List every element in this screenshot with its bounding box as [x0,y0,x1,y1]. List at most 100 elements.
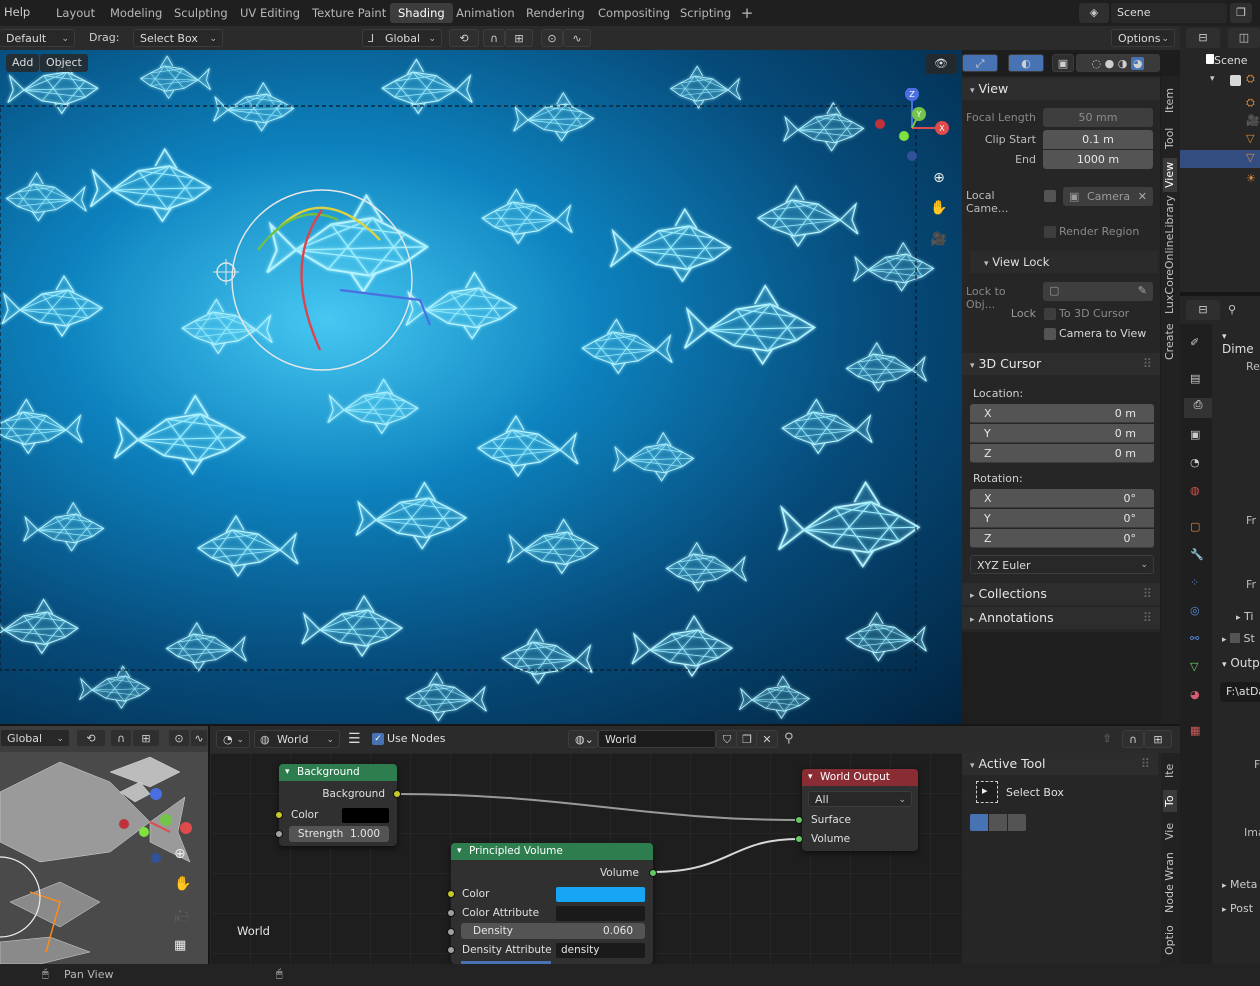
volume-output-socket[interactable] [649,869,657,877]
tab-tool[interactable]: Tool [1163,124,1177,152]
tool-tab-icon[interactable]: ✐ [1190,336,1199,349]
post-processing-header[interactable]: ▸ Post [1222,902,1253,915]
scene-tab-icon[interactable]: ◔ [1190,456,1200,469]
tab-item[interactable]: Ite [1163,758,1177,784]
tab-uv-editing[interactable]: UV Editing [232,3,308,23]
panel-header-3d-cursor[interactable]: ▾ 3D Cursor ⠿ [962,353,1160,375]
gizmo-toggle-icon[interactable]: ⤢ [962,54,998,72]
camera-view-icon[interactable]: 🎥 [174,908,190,923]
pivot-point-icon[interactable]: ⟲ [76,729,106,747]
principled-volume-node-header[interactable]: Principled Volume [451,843,653,860]
clip-end-field[interactable]: 1000 m [1043,150,1153,169]
eyedropper-icon[interactable]: ✎ [1138,284,1147,297]
stereoscopy-header[interactable]: ▸ St [1222,632,1255,645]
pin-icon[interactable]: ⚲ [1228,300,1260,320]
mini-3d-viewport[interactable]: Global ⌄ ⟲ ∩ ⊞ ⊙ ∿ ⊕ ✋ 🎥 ▦ [0,726,208,964]
camera-view-icon[interactable]: 🎥 [929,232,949,252]
add-workspace-button[interactable]: + [738,4,756,22]
tab-compositing[interactable]: Compositing [590,3,678,23]
xray-toggle-icon[interactable]: ▣ [1052,54,1074,72]
shader-type-dropdown[interactable]: ◍ World ⌄ [254,730,340,748]
selection-mode-extend-icon[interactable] [989,814,1007,831]
scene-selector-icon[interactable]: ◈ [1079,3,1109,23]
data-tab-icon[interactable]: ▽ [1190,660,1198,673]
stereoscopy-checkbox[interactable] [1230,633,1241,643]
volume-color-swatch[interactable] [556,887,645,902]
tab-modeling[interactable]: Modeling [102,3,170,23]
panel-header-collections[interactable]: ▸ Collections ⠿ [962,583,1160,605]
editor-type-icon[interactable]: ⊟ [1186,28,1220,48]
color-swatch[interactable] [342,808,389,823]
color-attribute-field[interactable] [556,906,645,921]
background-node-header[interactable]: Background [279,764,397,781]
world-name-field[interactable]: World [598,730,716,748]
visibility-eye-icon[interactable]: 👁 [925,54,957,74]
view-layer-tab-icon[interactable]: ▣ [1190,428,1200,441]
tab-texture-paint[interactable]: Texture Paint [304,3,394,23]
overlay-toggle-icon[interactable]: ◐ [1008,54,1044,72]
options-dropdown[interactable]: Options ⌄ [1111,29,1175,47]
grid-icon[interactable]: ▦ [174,938,186,953]
snap-magnet-icon[interactable]: ∩ [110,729,132,747]
rotation-y-field[interactable]: Y 0° [970,509,1154,528]
location-z-field[interactable]: Z 0 m [970,444,1154,463]
physics-tab-icon[interactable]: ◎ [1190,604,1200,617]
drag-handle-icon[interactable]: ⠿ [1143,353,1152,375]
density-attribute-socket[interactable] [447,946,455,954]
output-tab-icon[interactable]: ⎙ [1184,398,1212,418]
modifier-wrench-icon[interactable]: 🔧 [1190,548,1204,561]
snap-target-icon[interactable]: ⊞ [505,29,533,47]
outliner-scene-label[interactable]: Scene [1214,54,1248,67]
falloff-curve-icon[interactable]: ∿ [563,29,591,47]
tab-create[interactable]: Create [1163,322,1177,362]
parent-node-tree-icon[interactable]: ⇧ [1096,730,1118,748]
tab-item[interactable]: Item [1163,84,1177,116]
camera-to-view-checkbox[interactable] [1044,328,1056,340]
panel-header-active-tool[interactable]: ▾ Active Tool ⠿ [962,753,1158,775]
selection-mode-subtract-icon[interactable] [1008,814,1026,831]
checkbox-icon[interactable] [1230,75,1241,86]
render-tab-icon[interactable]: ▤ [1190,372,1200,385]
mini-transform-dropdown[interactable]: Global ⌄ [0,729,70,747]
selection-mode-new-icon[interactable] [970,814,988,831]
constraints-tab-icon[interactable]: ⚯ [1190,632,1199,645]
tab-rendering[interactable]: Rendering [518,3,593,23]
properties-editor-icon[interactable]: ⊟ [1186,300,1220,320]
zoom-icon[interactable]: ⊕ [929,170,949,190]
tab-view[interactable]: Vie [1163,818,1177,844]
proportional-edit-icon[interactable]: ⊙ [168,729,190,747]
principled-volume-node[interactable]: Principled Volume Volume Color Color Att… [451,843,653,964]
volume-input-socket[interactable] [795,835,803,843]
shading-modes[interactable]: ◌ ● ◑ ◕ [1076,54,1160,72]
metadata-header[interactable]: ▸ Meta [1222,878,1257,891]
texture-tab-icon[interactable]: ▦ [1190,724,1200,737]
focal-length-field[interactable]: 50 mm [1043,108,1153,127]
use-nodes-checkbox[interactable]: ✓ [372,733,384,745]
material-tab-icon[interactable]: ◕ [1190,688,1200,701]
rotation-z-field[interactable]: Z 0° [970,529,1154,548]
display-mode-icon[interactable]: ◫ [1228,28,1260,48]
snap-target-icon[interactable]: ⊞ [1144,730,1172,748]
proportional-edit-icon[interactable]: ⊙ [541,29,563,47]
strength-field[interactable]: Strength 1.000 [289,826,389,842]
pan-hand-icon[interactable]: ✋ [174,876,191,892]
density-attribute-field[interactable]: density [556,943,645,958]
help-menu[interactable]: Help [4,5,30,19]
local-camera-checkbox[interactable] [1044,190,1056,202]
rotation-mode-dropdown[interactable]: XYZ Euler ⌄ [970,555,1154,574]
tab-node-wrangler[interactable]: Node Wran [1163,850,1177,916]
unlink-x-icon[interactable]: ✕ [756,730,778,748]
snap-magnet-icon[interactable]: ∩ [1122,730,1144,748]
time-stretching-header[interactable]: ▸ Ti [1236,610,1253,623]
density-field[interactable]: Density 0.060 [461,923,645,939]
add-menu[interactable]: Add [6,54,40,72]
output-path-field[interactable]: F:\atDa [1220,682,1260,702]
clip-start-field[interactable]: 0.1 m [1043,130,1153,149]
copy-scene-icon[interactable]: ❐ [1230,3,1252,23]
world-output-node-header[interactable]: World Output [802,769,918,786]
rotation-x-field[interactable]: X 0° [970,489,1154,508]
tab-luxcore-online-library[interactable]: LuxCoreOnlineLibrary [1163,195,1177,314]
background-output-socket[interactable] [393,790,401,798]
transform-orientation-dropdown[interactable]: ⅃ Global ⌄ [362,29,442,47]
drag-handle-icon[interactable]: ⠿ [1143,583,1152,605]
